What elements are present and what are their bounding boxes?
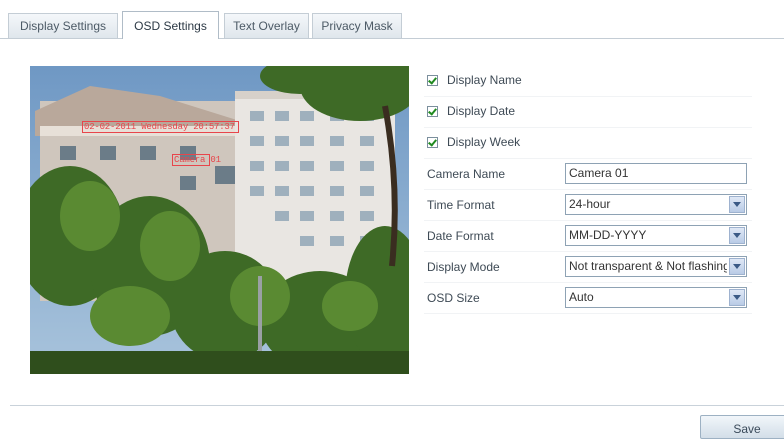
display-week-label: Display Week <box>447 135 521 149</box>
osd-size-label: OSD Size <box>427 291 480 305</box>
tab-privacy-mask[interactable]: Privacy Mask <box>312 13 402 38</box>
save-button[interactable]: Save <box>700 415 784 439</box>
chevron-down-icon[interactable] <box>729 227 745 244</box>
display-mode-value: Not transparent & Not flashing <box>569 259 727 273</box>
date-format-select[interactable]: MM-DD-YYYY <box>565 225 747 246</box>
display-week-row: Display Week <box>424 128 752 159</box>
display-date-checkbox[interactable] <box>427 106 438 117</box>
time-format-select[interactable]: 24-hour <box>565 194 747 215</box>
time-format-label: Time Format <box>427 198 495 212</box>
tab-osd-settings[interactable]: OSD Settings <box>122 11 219 39</box>
display-name-row: Display Name <box>424 66 752 97</box>
time-format-row: Time Format 24-hour <box>424 190 752 221</box>
chevron-down-icon[interactable] <box>729 289 745 306</box>
tab-text-overlay[interactable]: Text Overlay <box>224 13 309 38</box>
chevron-down-icon[interactable] <box>729 258 745 275</box>
osd-settings-form: Display Name Display Date Display Week C… <box>424 66 752 314</box>
display-name-label: Display Name <box>447 73 522 87</box>
osd-datetime-text: 02-02-2011 Wednesday 20:57:37 <box>84 122 235 132</box>
date-format-value: MM-DD-YYYY <box>569 228 647 242</box>
osd-name-text: Camera 01 <box>174 155 221 165</box>
camera-name-row: Camera Name Camera 01 <box>424 159 752 190</box>
osd-size-select[interactable]: Auto <box>565 287 747 308</box>
display-mode-row: Display Mode Not transparent & Not flash… <box>424 252 752 283</box>
display-date-label: Display Date <box>447 104 516 118</box>
video-preview[interactable]: 02-02-2011 Wednesday 20:57:37 Camera 01 <box>30 66 409 374</box>
preview-image <box>30 66 409 374</box>
display-date-row: Display Date <box>424 97 752 128</box>
footer-divider <box>10 405 784 406</box>
tab-divider <box>0 38 784 39</box>
camera-name-input[interactable]: Camera 01 <box>565 163 747 184</box>
display-name-checkbox[interactable] <box>427 75 438 86</box>
display-mode-label: Display Mode <box>427 260 500 274</box>
tab-display-settings[interactable]: Display Settings <box>8 13 118 38</box>
display-week-checkbox[interactable] <box>427 137 438 148</box>
tab-bar: Display Settings OSD Settings Text Overl… <box>0 0 784 39</box>
osd-size-row: OSD Size Auto <box>424 283 752 314</box>
time-format-value: 24-hour <box>569 197 611 211</box>
date-format-label: Date Format <box>427 229 494 243</box>
chevron-down-icon[interactable] <box>729 196 745 213</box>
osd-size-value: Auto <box>569 290 594 304</box>
display-mode-select[interactable]: Not transparent & Not flashing <box>565 256 747 277</box>
camera-name-label: Camera Name <box>427 167 506 181</box>
date-format-row: Date Format MM-DD-YYYY <box>424 221 752 252</box>
